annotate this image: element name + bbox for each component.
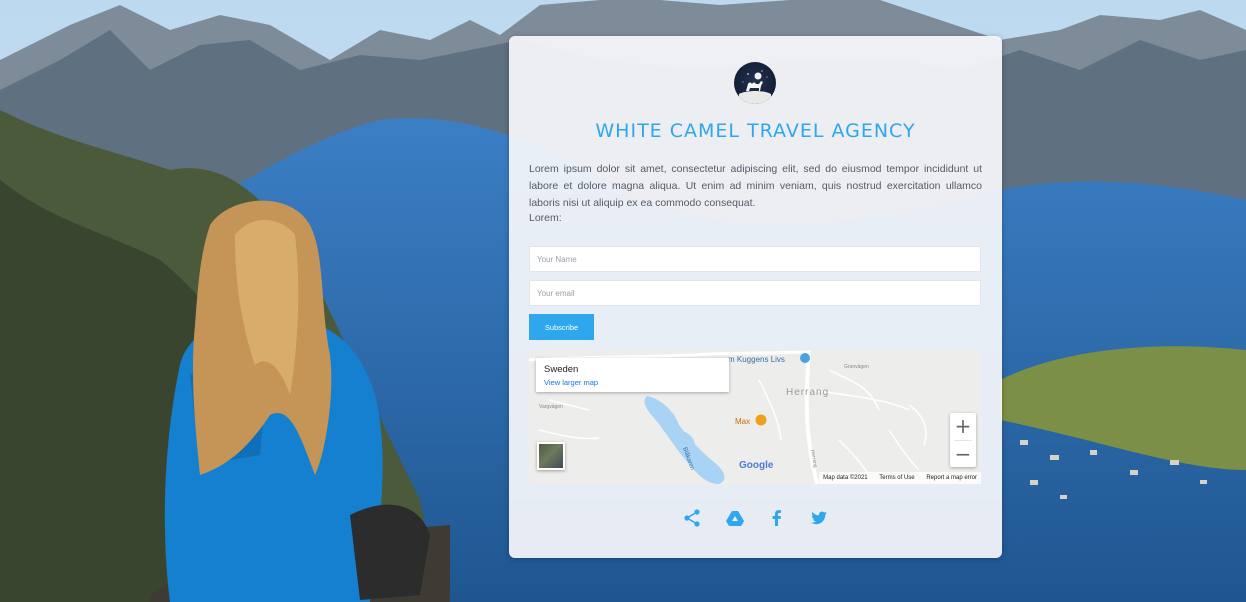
twitter-icon[interactable] <box>809 508 829 528</box>
map-poi-kuggens[interactable]: m Kuggens Livs <box>728 355 785 364</box>
zoom-in-button[interactable]: + <box>950 413 976 439</box>
subscribe-button[interactable]: Subscribe <box>529 314 594 340</box>
map-embed[interactable]: Blåkaren Herrang Granvägen Vargvägen m K… <box>529 350 981 484</box>
page: WHITE CAMEL TRAVEL AGENCY Lorem ipsum do… <box>0 0 1246 602</box>
share-icon[interactable] <box>682 508 702 528</box>
google-logo: Google <box>739 460 774 471</box>
satellite-layer-toggle[interactable] <box>537 442 565 470</box>
map-place-card: Sweden View larger map <box>536 358 729 392</box>
email-field[interactable] <box>529 280 981 306</box>
svg-text:Granvägen: Granvägen <box>844 364 869 370</box>
map-attribution: Map data ©2021 Terms of Use Report a map… <box>819 472 981 484</box>
map-place-herrang: Herrang <box>786 387 830 398</box>
intro-extra-label: Lorem: <box>529 212 562 224</box>
map-place-name: Sweden <box>544 364 579 375</box>
person-figure <box>150 200 450 602</box>
social-links <box>509 508 1002 528</box>
map-poi-max[interactable]: Max <box>735 417 750 426</box>
view-larger-map-link[interactable]: View larger map <box>544 378 598 387</box>
subscribe-card: WHITE CAMEL TRAVEL AGENCY Lorem ipsum do… <box>509 36 1002 558</box>
map-zoom-control: + − <box>950 413 976 467</box>
google-drive-icon[interactable] <box>725 508 745 528</box>
svg-text:Vargvägen: Vargvägen <box>539 404 563 410</box>
page-title: WHITE CAMEL TRAVEL AGENCY <box>595 120 916 142</box>
zoom-out-button[interactable]: − <box>950 441 976 467</box>
map-data-text: Map data ©2021 <box>823 475 868 481</box>
camel-logo-icon <box>734 62 776 104</box>
name-field[interactable] <box>529 246 981 272</box>
report-map-error-link[interactable]: Report a map error <box>926 475 977 481</box>
intro-text: Lorem ipsum dolor sit amet, consectetur … <box>529 163 982 209</box>
terms-of-use-link[interactable]: Terms of Use <box>879 475 914 481</box>
facebook-icon[interactable] <box>767 508 787 528</box>
